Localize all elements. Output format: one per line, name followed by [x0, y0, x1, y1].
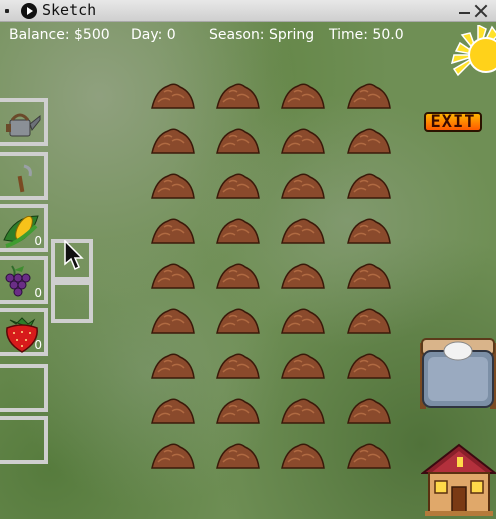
- item-count: 0: [34, 286, 42, 300]
- soil-plot[interactable]: [346, 352, 392, 380]
- soil-plot[interactable]: [150, 442, 196, 470]
- soil-plot[interactable]: [280, 397, 326, 425]
- mouse-pointer-icon: [64, 240, 84, 271]
- window-title: Sketch: [42, 1, 97, 19]
- sun-icon: [450, 25, 496, 77]
- inventory-slot-strawberry[interactable]: 0: [0, 308, 48, 356]
- soil-plot[interactable]: [346, 442, 392, 470]
- soil-plot[interactable]: [150, 307, 196, 335]
- soil-plot[interactable]: [280, 262, 326, 290]
- app-icon: [21, 3, 37, 19]
- soil-plot[interactable]: [280, 352, 326, 380]
- soil-plot[interactable]: [346, 262, 392, 290]
- inventory-slot-corn[interactable]: 0: [0, 204, 48, 252]
- soil-plot[interactable]: [280, 82, 326, 110]
- selection-slot[interactable]: [51, 281, 93, 323]
- soil-plot[interactable]: [280, 442, 326, 470]
- soil-plot[interactable]: [346, 172, 392, 200]
- game-canvas[interactable]: Balance: $500 Day: 0 Season: Spring Time…: [0, 22, 496, 519]
- soil-plot[interactable]: [215, 352, 261, 380]
- soil-plot[interactable]: [215, 442, 261, 470]
- soil-plot[interactable]: [215, 262, 261, 290]
- soil-plot[interactable]: [346, 307, 392, 335]
- soil-plot[interactable]: [280, 307, 326, 335]
- soil-plot[interactable]: [215, 217, 261, 245]
- soil-plot[interactable]: [215, 397, 261, 425]
- soil-plot[interactable]: [215, 172, 261, 200]
- soil-plot[interactable]: [150, 262, 196, 290]
- day-label: Day: 0: [131, 27, 176, 43]
- inventory-slot-empty[interactable]: [0, 416, 48, 464]
- soil-plot[interactable]: [215, 82, 261, 110]
- soil-plot[interactable]: [280, 172, 326, 200]
- soil-plot[interactable]: [150, 82, 196, 110]
- balance-label: Balance: $500: [9, 27, 110, 43]
- soil-plot[interactable]: [346, 397, 392, 425]
- window-menu-icon[interactable]: [5, 9, 9, 13]
- soil-plot[interactable]: [346, 82, 392, 110]
- inventory-slot-watering-can[interactable]: [0, 98, 48, 146]
- exit-button[interactable]: EXIT: [424, 112, 482, 132]
- minimize-icon[interactable]: [459, 12, 470, 14]
- item-count: 0: [34, 234, 42, 248]
- soil-plot[interactable]: [150, 217, 196, 245]
- bed-icon[interactable]: [418, 329, 496, 413]
- time-label: Time: 50.0: [329, 27, 404, 43]
- soil-plot[interactable]: [150, 172, 196, 200]
- soil-plot[interactable]: [346, 127, 392, 155]
- soil-plot[interactable]: [150, 397, 196, 425]
- soil-plot[interactable]: [280, 217, 326, 245]
- house-icon[interactable]: [421, 443, 496, 517]
- soil-plot[interactable]: [346, 217, 392, 245]
- close-icon[interactable]: [474, 4, 488, 18]
- soil-plot[interactable]: [215, 307, 261, 335]
- soil-plot[interactable]: [215, 127, 261, 155]
- soil-plot[interactable]: [150, 127, 196, 155]
- inventory-slot-empty[interactable]: [0, 364, 48, 412]
- inventory-slot-sickle[interactable]: [0, 152, 48, 200]
- item-count: 0: [34, 338, 42, 352]
- inventory-slot-grapes[interactable]: 0: [0, 256, 48, 304]
- season-label: Season: Spring: [209, 27, 315, 43]
- window-title-bar: Sketch: [0, 0, 496, 22]
- soil-plot[interactable]: [280, 127, 326, 155]
- soil-plot[interactable]: [150, 352, 196, 380]
